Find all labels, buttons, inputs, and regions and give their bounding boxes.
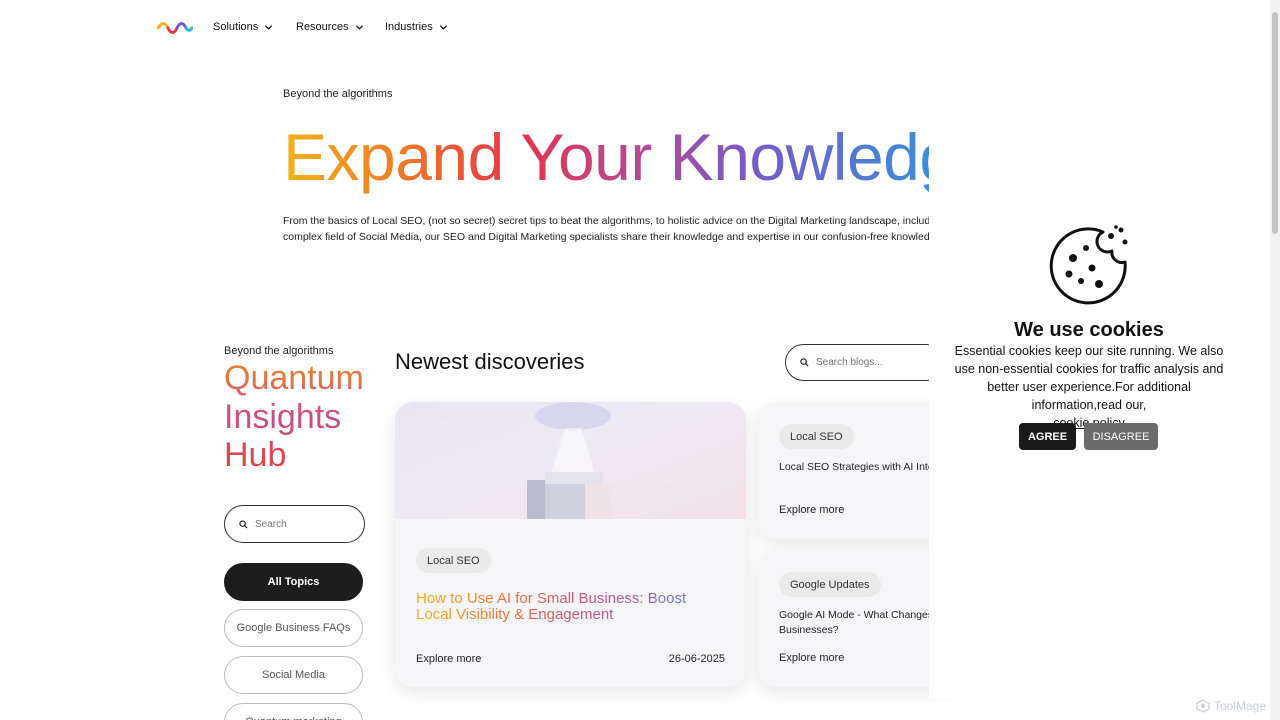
nav-label: Solutions <box>213 21 259 33</box>
search-icon <box>800 358 809 367</box>
sidebar-search-input[interactable] <box>255 518 345 530</box>
watermark: ToolMage <box>1196 699 1266 713</box>
topic-all-topics[interactable]: All Topics <box>224 563 363 601</box>
sidebar-eyebrow: Beyond the algorithms <box>224 345 334 357</box>
search-icon <box>239 519 248 529</box>
cookie-icon <box>1049 225 1128 305</box>
hero-description-line: complex field of Social Media, our SEO a… <box>283 231 929 243</box>
explore-more-link[interactable]: Explore more <box>416 653 481 665</box>
hero-description: From the basics of Local SEO, (not so se… <box>283 213 929 247</box>
topic-quantum-marketing[interactable]: Quantum marketing <box>224 703 363 720</box>
agree-button[interactable]: AGREE <box>1019 423 1076 450</box>
topic-social-media[interactable]: Social Media <box>224 656 363 694</box>
hero-eyebrow: Beyond the algorithms <box>283 88 393 100</box>
featured-blog-card[interactable]: Local SEO How to Use AI for Small Busine… <box>395 402 746 687</box>
chevron-down-icon <box>265 24 273 30</box>
hero-title: Expand Your Knowledge <box>283 120 929 194</box>
sidebar-title-line: Insights <box>224 397 342 436</box>
sidebar-title: Quantum Insights Hub <box>224 359 364 475</box>
card-title[interactable]: How to Use AI for Small Business: Boost … <box>416 591 716 623</box>
card-date: 26-06-2025 <box>668 653 725 665</box>
section-title: Newest discoveries <box>395 349 585 374</box>
nav-solutions[interactable]: Solutions <box>213 21 273 33</box>
watermark-text: ToolMage <box>1213 699 1266 713</box>
cookie-text: Essential cookies keep our site running.… <box>945 342 1233 432</box>
page-scrollbar[interactable] <box>1270 0 1280 720</box>
chevron-down-icon <box>439 24 447 30</box>
card-tag[interactable]: Local SEO <box>416 548 491 573</box>
sidebar-title-line: Quantum <box>224 359 364 397</box>
blog-card[interactable]: Google Updates Google AI Mode - What Cha… <box>758 550 958 687</box>
scrollbar-thumb[interactable] <box>1272 12 1278 234</box>
disagree-button[interactable]: DISAGREE <box>1084 423 1158 450</box>
nav-industries[interactable]: Industries <box>385 21 448 33</box>
blog-search[interactable] <box>785 344 945 381</box>
nav-resources[interactable]: Resources <box>296 21 364 33</box>
topic-google-business-faqs[interactable]: Google Business FAQs <box>224 609 363 647</box>
sidebar-title-line: Hub <box>224 436 287 474</box>
cookie-title: We use cookies <box>1014 319 1164 341</box>
nav-label: Industries <box>385 21 433 33</box>
card-illustration <box>527 402 611 519</box>
blog-card[interactable]: Local SEO Local SEO Strategies with AI I… <box>758 402 958 539</box>
hero-description-line: From the basics of Local SEO, (not so se… <box>283 215 929 227</box>
card-image <box>395 402 746 519</box>
toolmage-logo-icon <box>1196 699 1210 713</box>
card-tag[interactable]: Local SEO <box>779 424 854 449</box>
cookie-consent-panel: We use cookies Essential cookies keep ou… <box>929 218 1249 698</box>
nav-label: Resources <box>296 21 349 33</box>
card-tag[interactable]: Google Updates <box>779 572 881 597</box>
explore-more-link[interactable]: Explore more <box>779 652 844 664</box>
chevron-down-icon <box>355 24 363 30</box>
cookie-description: Essential cookies keep our site running.… <box>954 344 1224 412</box>
brand-logo[interactable] <box>157 19 193 35</box>
explore-more-link[interactable]: Explore more <box>779 504 844 516</box>
sidebar-search[interactable] <box>224 505 365 543</box>
blog-search-input[interactable] <box>816 357 926 368</box>
